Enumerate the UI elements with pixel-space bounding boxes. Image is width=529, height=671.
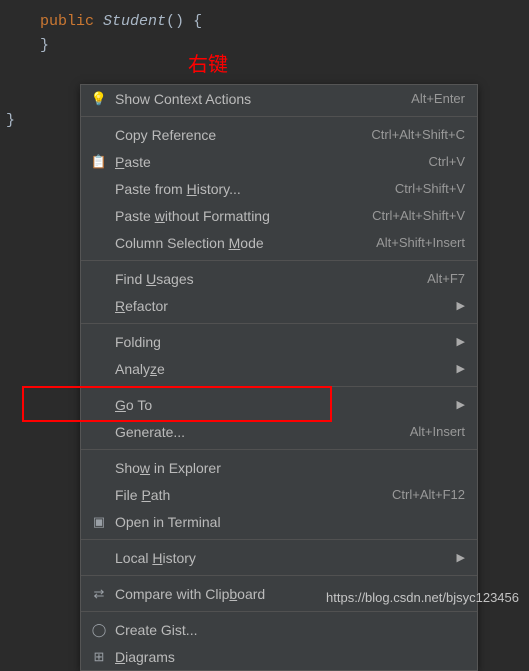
menu-separator bbox=[81, 575, 477, 576]
menu-separator bbox=[81, 539, 477, 540]
code-editor[interactable]: public Student() { } bbox=[0, 0, 529, 68]
annotation-right-click: 右键 bbox=[188, 48, 228, 77]
close-brace: } bbox=[40, 34, 489, 58]
watermark: https://blog.csdn.net/bjsyc123456 bbox=[326, 590, 519, 605]
terminal-icon: ▣ bbox=[89, 514, 109, 530]
menu-show-explorer[interactable]: Show in Explorer bbox=[81, 454, 477, 481]
menu-create-gist[interactable]: ◯ Create Gist... bbox=[81, 616, 477, 643]
menu-show-context-actions[interactable]: 💡 Show Context Actions Alt+Enter bbox=[81, 85, 477, 112]
menu-paste[interactable]: 📋 Paste Ctrl+V bbox=[81, 148, 477, 175]
menu-separator bbox=[81, 260, 477, 261]
menu-paste-no-format[interactable]: Paste without Formatting Ctrl+Alt+Shift+… bbox=[81, 202, 477, 229]
diagram-icon: ⊞ bbox=[89, 649, 109, 665]
class-name: Student bbox=[103, 13, 166, 30]
menu-diagrams[interactable]: ⊞ Diagrams bbox=[81, 643, 477, 670]
clipboard-icon: 📋 bbox=[89, 154, 109, 170]
menu-paste-history[interactable]: Paste from History... Ctrl+Shift+V bbox=[81, 175, 477, 202]
context-menu: 💡 Show Context Actions Alt+Enter Copy Re… bbox=[80, 84, 478, 671]
menu-separator bbox=[81, 116, 477, 117]
chevron-right-icon: ▶ bbox=[457, 398, 465, 411]
compare-icon: ⇄ bbox=[89, 586, 109, 602]
menu-copy-reference[interactable]: Copy Reference Ctrl+Alt+Shift+C bbox=[81, 121, 477, 148]
menu-refactor[interactable]: Refactor ▶ bbox=[81, 292, 477, 319]
menu-folding[interactable]: Folding ▶ bbox=[81, 328, 477, 355]
menu-separator bbox=[81, 386, 477, 387]
outer-close-brace: } bbox=[6, 112, 15, 129]
menu-find-usages[interactable]: Find Usages Alt+F7 bbox=[81, 265, 477, 292]
menu-separator bbox=[81, 323, 477, 324]
menu-open-terminal[interactable]: ▣ Open in Terminal bbox=[81, 508, 477, 535]
bulb-icon: 💡 bbox=[89, 91, 109, 107]
chevron-right-icon: ▶ bbox=[457, 299, 465, 312]
chevron-right-icon: ▶ bbox=[457, 335, 465, 348]
chevron-right-icon: ▶ bbox=[457, 362, 465, 375]
menu-generate[interactable]: Generate... Alt+Insert bbox=[81, 418, 477, 445]
menu-separator bbox=[81, 449, 477, 450]
chevron-right-icon: ▶ bbox=[457, 551, 465, 564]
menu-goto[interactable]: Go To ▶ bbox=[81, 391, 477, 418]
menu-separator bbox=[81, 611, 477, 612]
menu-column-selection[interactable]: Column Selection Mode Alt+Shift+Insert bbox=[81, 229, 477, 256]
menu-analyze[interactable]: Analyze ▶ bbox=[81, 355, 477, 382]
keyword-public: public bbox=[40, 13, 94, 30]
github-icon: ◯ bbox=[89, 622, 109, 638]
menu-local-history[interactable]: Local History ▶ bbox=[81, 544, 477, 571]
menu-file-path[interactable]: File Path Ctrl+Alt+F12 bbox=[81, 481, 477, 508]
